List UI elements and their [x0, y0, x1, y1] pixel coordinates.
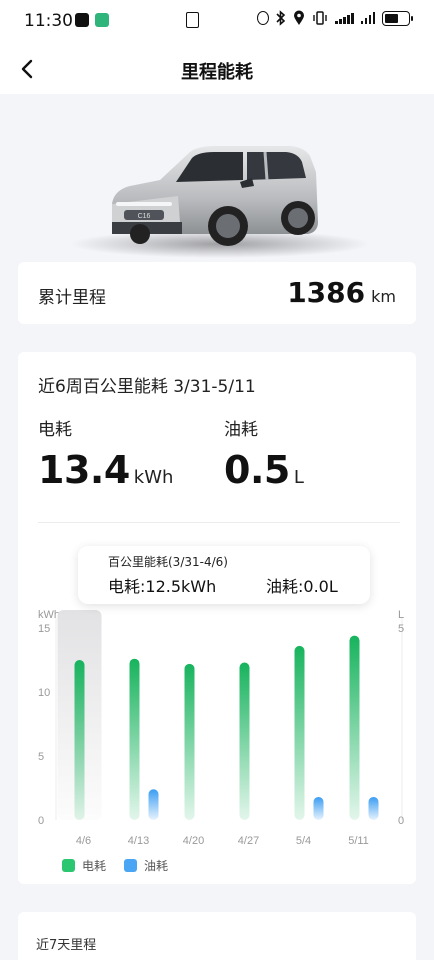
app-icon — [75, 13, 89, 27]
odometer-label: 累计里程 — [38, 288, 106, 308]
page-title: 里程能耗 — [181, 62, 253, 83]
electric-metric: 13.4 kWh — [38, 448, 173, 492]
status-icons — [257, 10, 413, 26]
x-tick-label: 5/11 — [348, 835, 369, 847]
odometer-value-group: 1386 km — [287, 276, 396, 309]
left-tick-label: 10 — [38, 687, 50, 699]
legend-item-fuel[interactable]: 油耗 — [124, 857, 168, 874]
left-tick-label: 15 — [38, 623, 50, 635]
electric-bar — [239, 662, 250, 820]
signal-icon — [360, 12, 375, 24]
vibrate-icon — [313, 11, 327, 25]
right-axis-unit: L — [398, 609, 404, 621]
nfc-icon — [186, 12, 199, 28]
left-tick-label: 5 — [38, 751, 44, 763]
status-time: 11:30 — [24, 11, 73, 31]
fuel-bar — [148, 789, 159, 820]
battery-icon — [382, 10, 413, 26]
electric-unit: kWh — [133, 467, 174, 488]
electric-bar — [129, 658, 140, 820]
fuel-metric: 0.5 L — [224, 448, 304, 492]
legend-swatch-electric — [62, 859, 75, 872]
legend-item-electric[interactable]: 电耗 — [62, 857, 106, 874]
fuel-label: 油耗 — [224, 420, 258, 440]
nav-bar: 里程能耗 — [0, 44, 434, 94]
signal-icon — [335, 12, 354, 24]
location-icon — [294, 10, 304, 25]
legend-label-electric: 电耗 — [82, 859, 107, 873]
odometer-value: 1386 — [287, 276, 366, 309]
x-tick-label: 4/13 — [128, 835, 149, 847]
x-tick-label: 5/4 — [296, 835, 311, 847]
bluetooth-icon — [276, 10, 286, 26]
x-tick-label: 4/20 — [183, 835, 204, 847]
legend-swatch-fuel — [124, 859, 138, 872]
app-icon — [95, 13, 109, 27]
electric-bar — [184, 663, 195, 820]
tooltip-electric: 电耗:12.5kWh — [108, 577, 217, 596]
legend-label-fuel: 油耗 — [144, 859, 169, 873]
recent-mileage-title: 近7天里程 — [36, 938, 97, 953]
right-tick-label: 5 — [398, 623, 404, 635]
electric-value: 13.4 — [38, 448, 130, 492]
tooltip-title: 百公里能耗(3/31-4/6) — [108, 555, 228, 569]
x-tick-label: 4/27 — [238, 835, 259, 847]
divider — [38, 522, 400, 523]
left-tick-label: 0 — [38, 815, 44, 827]
status-bar: 11:30 — [0, 0, 434, 44]
car-image: C16 — [0, 94, 434, 264]
chart-tooltip: 百公里能耗(3/31-4/6) 电耗:12.5kWh 油耗:0.0L — [78, 546, 370, 604]
fuel-value: 0.5 — [224, 448, 290, 492]
x-tick-label: 4/6 — [76, 835, 91, 847]
energy-card: 近6周百公里能耗 3/31-5/11 电耗 13.4 kWh 油耗 0.5 L … — [18, 352, 416, 884]
fuel-bar — [313, 796, 324, 820]
energy-title: 近6周百公里能耗 3/31-5/11 — [38, 377, 256, 397]
odometer-unit: km — [371, 287, 396, 306]
tooltip-fuel: 油耗:0.0L — [266, 577, 338, 596]
fuel-bar — [368, 796, 379, 820]
right-tick-label: 0 — [398, 815, 404, 827]
electric-label: 电耗 — [38, 420, 72, 440]
electric-bar — [294, 645, 305, 820]
alarm-icon — [257, 11, 269, 25]
fuel-unit: L — [293, 467, 304, 488]
electric-bar — [74, 660, 85, 820]
odometer-card: 累计里程 1386 km — [18, 262, 416, 324]
electric-bar — [349, 635, 360, 820]
svg-text:C16: C16 — [138, 213, 151, 220]
recent-mileage-card[interactable]: 近7天里程 — [18, 912, 416, 960]
chart-legend: 电耗 油耗 — [62, 857, 186, 874]
energy-chart[interactable]: kWh L 15 10 5 0 5 0 4/6 4/13 4/20 4/27 5/4 5/11 — [18, 588, 416, 850]
left-axis-unit: kWh — [38, 609, 60, 621]
